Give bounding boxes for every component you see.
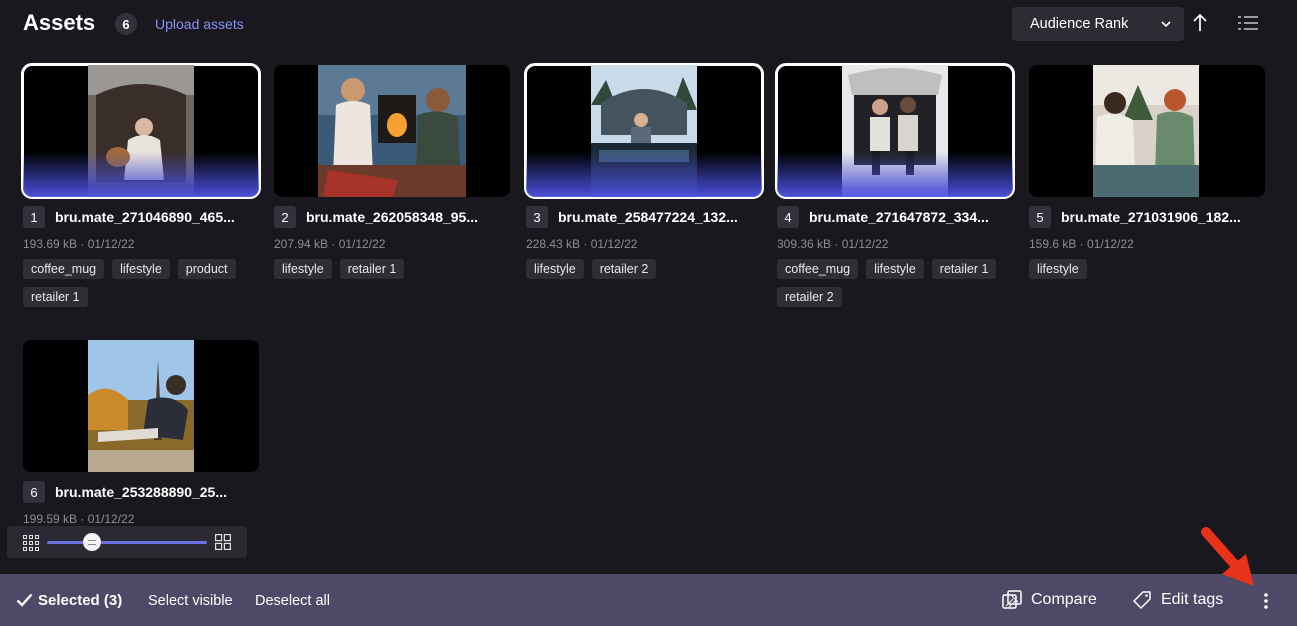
compare-label: Compare: [1031, 591, 1097, 608]
edit-tags-label: Edit tags: [1161, 591, 1224, 608]
asset-index-badge: 1: [23, 206, 45, 228]
photo-outdoor-autumn: [88, 340, 194, 472]
chevron-down-icon: [1161, 21, 1171, 28]
tag[interactable]: retailer 1: [339, 259, 405, 279]
tag[interactable]: product: [177, 259, 236, 279]
list-view-icon[interactable]: [1237, 14, 1259, 32]
asset-thumbnail[interactable]: [1029, 65, 1265, 197]
asset-filename[interactable]: bru.mate_258477224_132...: [558, 209, 738, 225]
asset-thumbnail[interactable]: [21, 63, 261, 199]
tag-icon: [1133, 591, 1151, 609]
asset-filename[interactable]: bru.mate_271046890_465...: [55, 209, 235, 225]
large-grid-icon[interactable]: [215, 534, 231, 550]
sort-select[interactable]: Audience Rank: [1012, 7, 1184, 41]
selection-overlay: [526, 152, 762, 197]
asset-meta: 199.59 kB · 01/12/22: [23, 512, 135, 526]
asset-index-badge: 3: [526, 206, 548, 228]
compare-button[interactable]: Compare: [1002, 590, 1097, 610]
asset-filename[interactable]: bru.mate_271647872_334...: [809, 209, 989, 225]
asset-thumbnail[interactable]: [524, 63, 764, 199]
selected-count-label: Selected (3): [38, 592, 123, 609]
selection-overlay: [23, 152, 259, 197]
photo-living-room: [1093, 65, 1199, 197]
tag[interactable]: coffee_mug: [777, 259, 859, 279]
asset-meta: 159.6 kB · 01/12/22: [1029, 237, 1134, 251]
asset-meta: 207.94 kB · 01/12/22: [274, 237, 386, 251]
tag[interactable]: retailer 2: [777, 287, 842, 307]
asset-index-badge: 2: [274, 206, 296, 228]
photo-fireplace-couple: [318, 65, 466, 197]
edit-tags-button[interactable]: Edit tags: [1132, 590, 1223, 610]
tag[interactable]: coffee_mug: [23, 259, 105, 279]
asset-index-badge: 5: [1029, 206, 1051, 228]
asset-index-badge: 6: [23, 481, 45, 503]
header: Assets 6 Upload assets Audience Rank: [0, 0, 1297, 50]
annotation-arrow-icon: [1201, 527, 1254, 586]
tag[interactable]: lifestyle: [866, 259, 924, 279]
select-visible-button[interactable]: Select visible: [148, 593, 233, 609]
asset-meta: 309.36 kB · 01/12/22: [777, 237, 889, 251]
compare-icon: [1002, 590, 1022, 609]
deselect-all-button[interactable]: Deselect all: [255, 593, 330, 609]
tag-list: coffee_mug lifestyle product retailer 1: [23, 259, 259, 307]
asset-filename[interactable]: bru.mate_271031906_182...: [1061, 209, 1241, 225]
tag-list: lifestyle retailer 1: [274, 259, 510, 279]
tag[interactable]: retailer 1: [23, 287, 88, 307]
tag[interactable]: lifestyle: [526, 259, 584, 279]
slider-track[interactable]: [47, 541, 207, 544]
tag[interactable]: retailer 1: [931, 259, 997, 279]
page-title: Assets: [23, 10, 96, 35]
tag-list: lifestyle retailer 2: [526, 259, 762, 279]
selection-overlay: [777, 152, 1013, 197]
arrow-up-icon[interactable]: [1190, 12, 1210, 34]
tag[interactable]: lifestyle: [112, 259, 170, 279]
selection-action-bar: Selected (3) Select visible Deselect all…: [0, 574, 1297, 626]
asset-filename[interactable]: bru.mate_253288890_25...: [55, 484, 227, 500]
tag-list: lifestyle: [1029, 259, 1265, 279]
slider-handle[interactable]: [83, 533, 101, 551]
asset-thumbnail[interactable]: [23, 340, 259, 472]
asset-index-badge: 4: [777, 206, 799, 228]
thumbnail-size-slider[interactable]: [7, 526, 247, 558]
upload-assets-link[interactable]: Upload assets: [155, 16, 244, 32]
tag[interactable]: retailer 2: [591, 259, 657, 279]
asset-meta: 228.43 kB · 01/12/22: [526, 237, 638, 251]
tag-list: coffee_mug lifestyle retailer 1 retailer…: [777, 259, 1013, 307]
asset-thumbnail[interactable]: [775, 63, 1015, 199]
asset-count-badge: 6: [115, 13, 137, 35]
more-vertical-icon[interactable]: [1258, 592, 1274, 610]
sort-select-value: Audience Rank: [1030, 16, 1129, 32]
asset-meta: 193.69 kB · 01/12/22: [23, 237, 135, 251]
asset-thumbnail[interactable]: [274, 65, 510, 197]
asset-filename[interactable]: bru.mate_262058348_95...: [306, 209, 478, 225]
small-grid-icon[interactable]: [23, 535, 39, 551]
tag[interactable]: lifestyle: [274, 259, 332, 279]
checkmark-icon: [16, 593, 33, 607]
tag[interactable]: lifestyle: [1029, 259, 1087, 279]
